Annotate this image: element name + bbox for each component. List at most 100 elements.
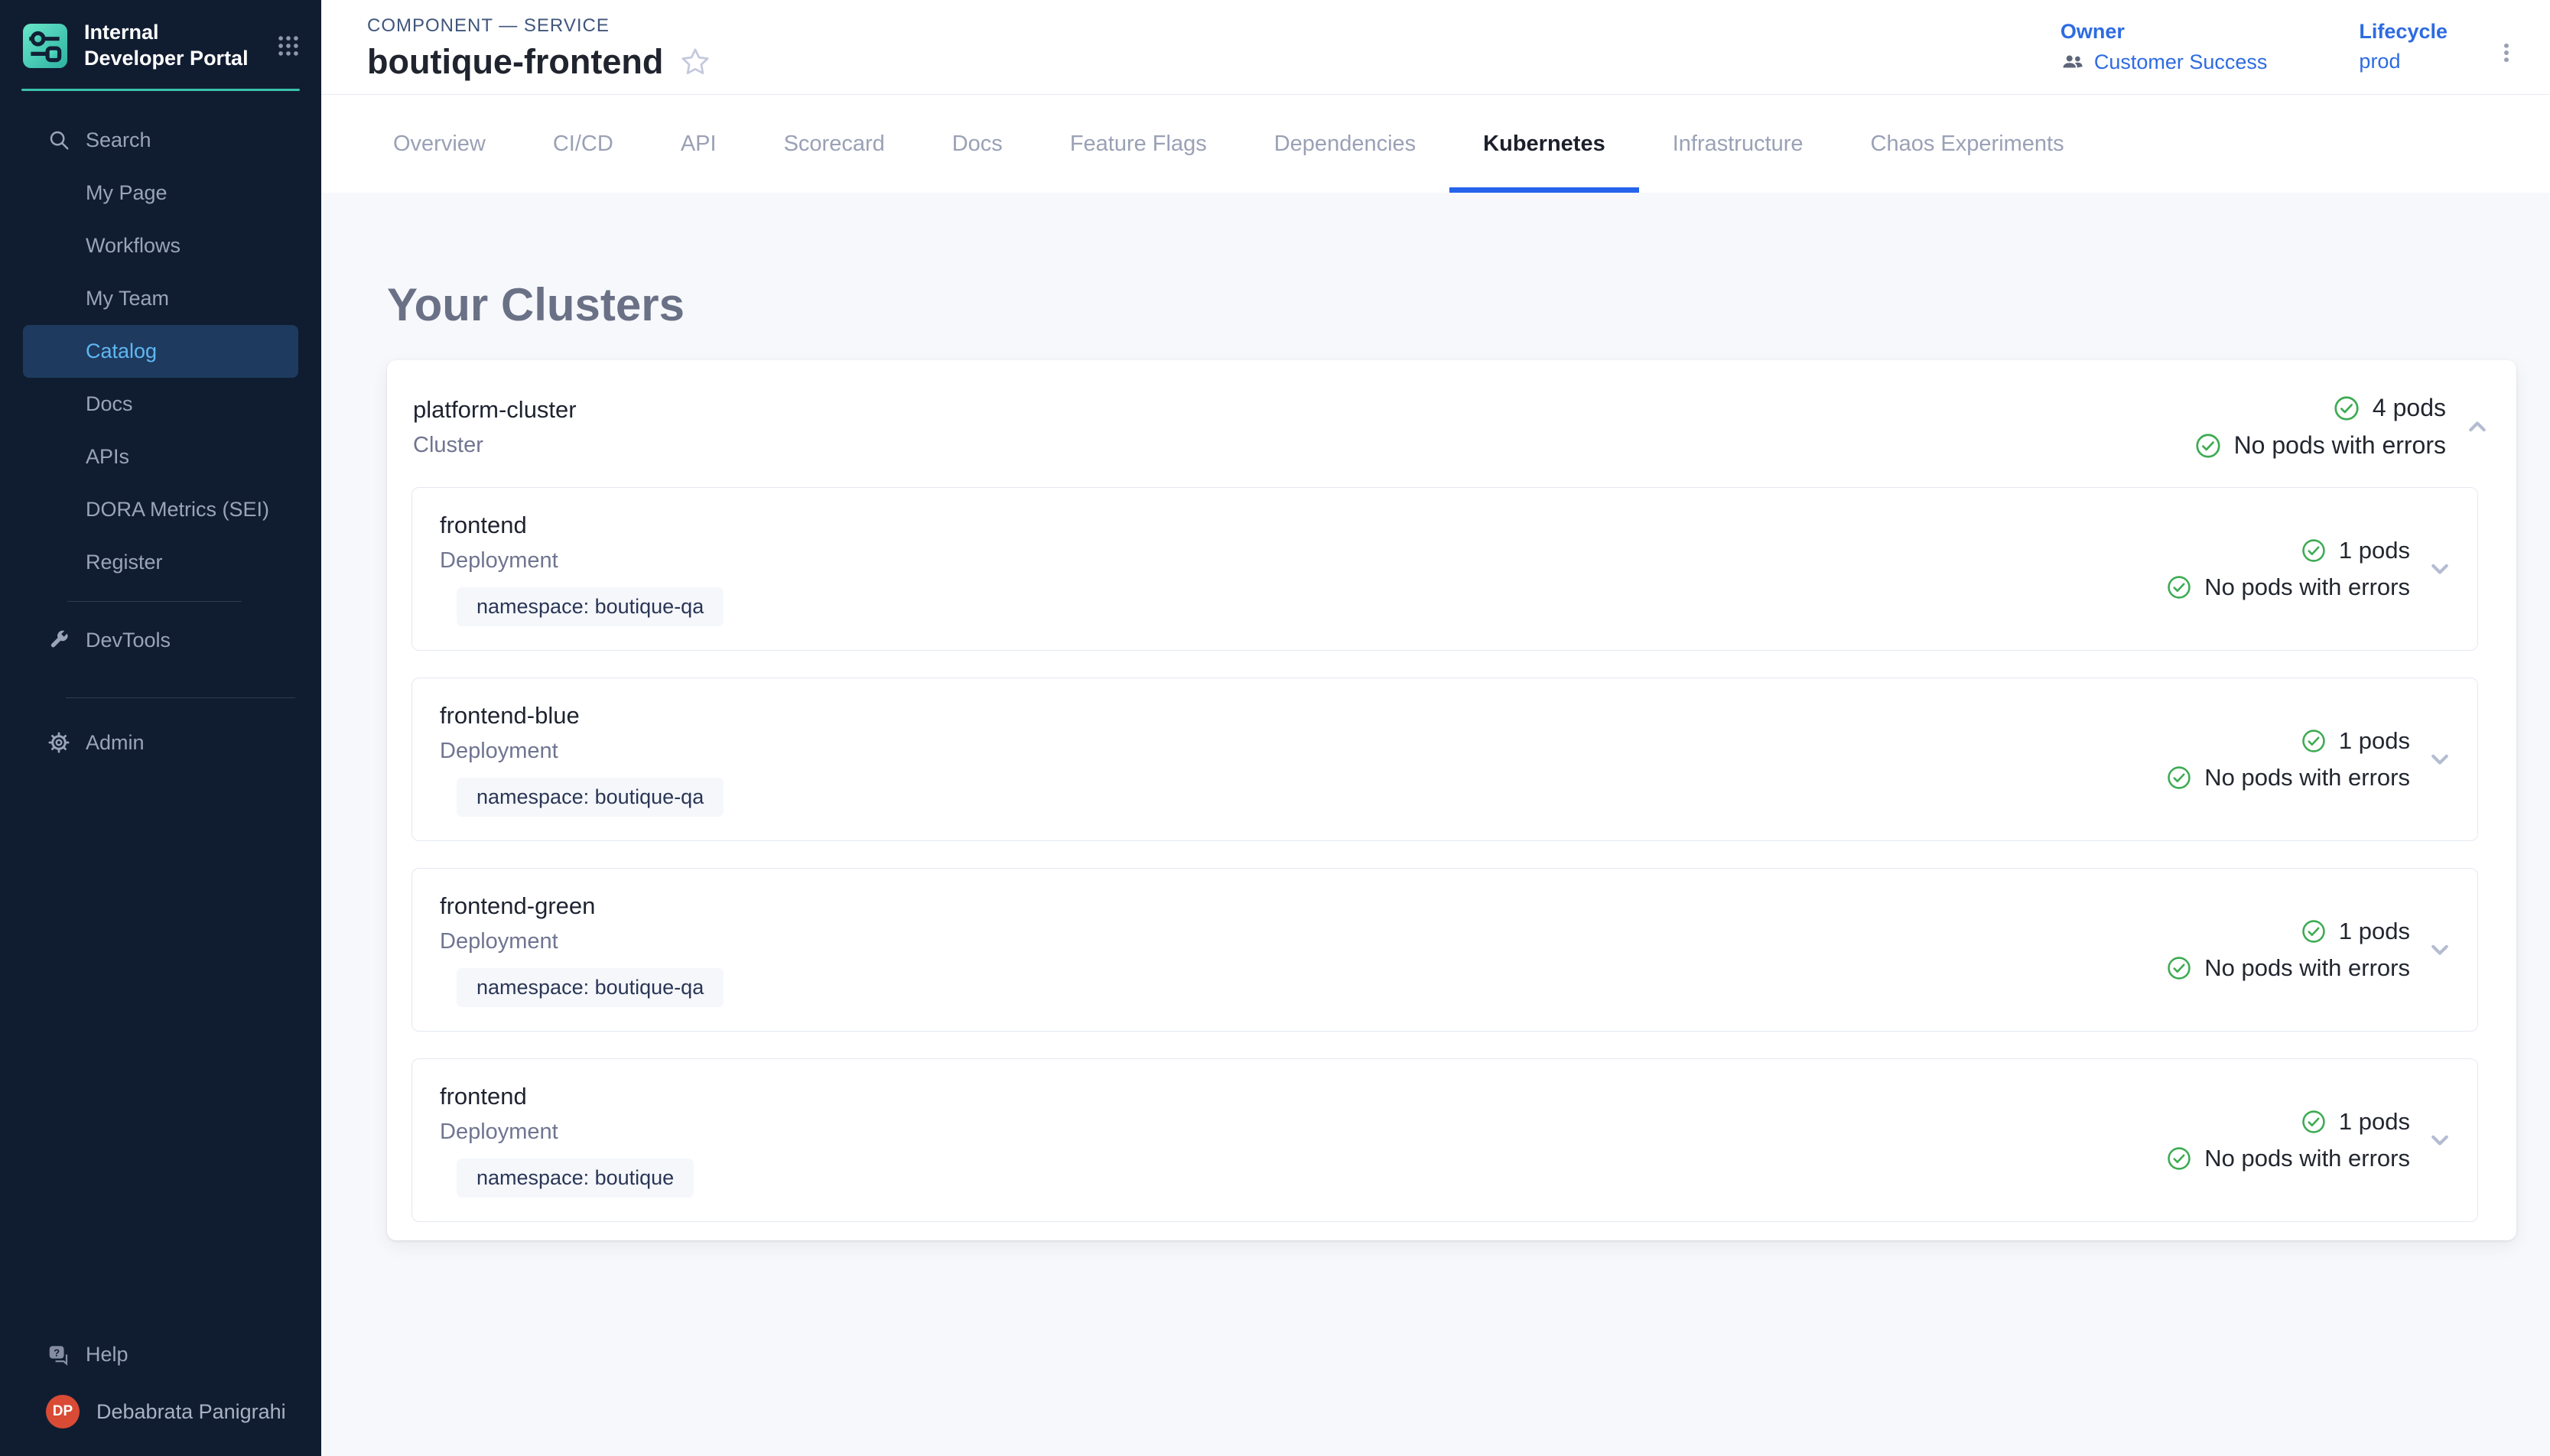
tab-overview[interactable]: Overview — [359, 95, 519, 193]
entity-header-left: COMPONENT — SERVICE boutique-frontend — [367, 15, 712, 79]
sidebar-item-label: Docs — [86, 392, 133, 416]
sidebar-item-catalog[interactable]: Catalog — [23, 325, 298, 378]
workload-row[interactable]: frontend-green Deployment namespace: bou… — [411, 868, 2478, 1032]
section-heading: Your Clusters — [387, 278, 2550, 331]
check-circle-icon — [2301, 1109, 2327, 1135]
owner-value[interactable]: Customer Success — [2060, 50, 2268, 74]
sidebar-item-help[interactable]: ? Help — [23, 1328, 298, 1381]
tab-scorecard[interactable]: Scorecard — [750, 95, 919, 193]
tab-feature-flags[interactable]: Feature Flags — [1036, 95, 1241, 193]
workload-name: frontend-blue — [440, 702, 580, 730]
sidebar-item-label: Register — [86, 551, 163, 574]
sidebar-item-my-page[interactable]: My Page — [23, 167, 298, 219]
namespace-badge: namespace: boutique-qa — [457, 968, 724, 1007]
lifecycle-label: Lifecycle — [2359, 20, 2448, 44]
owner-block: Owner Customer Success — [2060, 20, 2268, 74]
sidebar-item-label: Admin — [86, 731, 145, 755]
apps-grid-icon[interactable] — [275, 33, 301, 59]
page-title: boutique-frontend — [367, 44, 663, 79]
sidebar-item-label: Workflows — [86, 234, 181, 258]
tab-api[interactable]: API — [647, 95, 750, 193]
sidebar-item-register[interactable]: Register — [23, 536, 298, 589]
cluster-identity: platform-cluster Cluster — [413, 396, 577, 458]
sidebar-item-dora-metrics[interactable]: DORA Metrics (SEI) — [23, 483, 298, 536]
workload-kind: Deployment — [440, 1120, 558, 1145]
entity-tabs: Overview CI/CD API Scorecard Docs Featur… — [321, 95, 2550, 193]
sidebar-item-label: APIs — [86, 445, 129, 469]
collapse-chevron-up-icon[interactable] — [2461, 411, 2493, 443]
check-circle-icon — [2333, 395, 2360, 422]
sidebar-item-label: My Page — [86, 181, 168, 205]
sidebar-item-apis[interactable]: APIs — [23, 431, 298, 483]
tab-docs[interactable]: Docs — [919, 95, 1036, 193]
tab-kubernetes[interactable]: Kubernetes — [1449, 95, 1639, 193]
workload-name: frontend — [440, 1083, 527, 1110]
more-options-kebab-icon[interactable] — [2493, 20, 2519, 66]
workload-identity: frontend-blue Deployment namespace: bout… — [440, 702, 724, 817]
sidebar-item-search[interactable]: Search — [23, 114, 298, 167]
sidebar: Internal Developer Portal Search My Page — [0, 0, 321, 1456]
check-circle-icon — [2166, 574, 2192, 600]
avatar: DP — [46, 1395, 80, 1428]
sidebar-item-admin[interactable]: Admin — [23, 717, 298, 769]
cluster-header-row[interactable]: platform-cluster Cluster 4 pods No pods … — [387, 360, 2516, 487]
workload-pod-status: 1 pods No pods with errors — [2166, 537, 2410, 601]
people-icon — [2060, 50, 2085, 74]
gear-icon — [47, 731, 70, 754]
owner-label: Owner — [2060, 20, 2268, 44]
cluster-pod-status: 4 pods No pods with errors — [2194, 394, 2446, 460]
tab-dependencies[interactable]: Dependencies — [1241, 95, 1449, 193]
cluster-kind: Cluster — [413, 433, 577, 458]
expand-chevron-down-icon[interactable] — [2424, 743, 2456, 775]
sidebar-item-devtools[interactable]: DevTools — [23, 614, 298, 667]
sidebar-item-label: Help — [86, 1343, 128, 1367]
lifecycle-value: prod — [2359, 50, 2448, 73]
namespace-badge: namespace: boutique — [457, 1159, 694, 1198]
entity-header: COMPONENT — SERVICE boutique-frontend Ow… — [321, 0, 2550, 95]
tab-chaos-experiments[interactable]: Chaos Experiments — [1837, 95, 2098, 193]
main-area: COMPONENT — SERVICE boutique-frontend Ow… — [321, 0, 2550, 1456]
pods-count: 1 pods — [2301, 918, 2410, 945]
expand-chevron-down-icon[interactable] — [2424, 934, 2456, 966]
tab-cicd[interactable]: CI/CD — [519, 95, 647, 193]
pods-count: 1 pods — [2301, 537, 2410, 564]
workload-row[interactable]: frontend Deployment namespace: boutique … — [411, 1058, 2478, 1222]
workload-row[interactable]: frontend-blue Deployment namespace: bout… — [411, 678, 2478, 841]
pods-count: 1 pods — [2301, 1108, 2410, 1136]
workload-row[interactable]: frontend Deployment namespace: boutique-… — [411, 487, 2478, 651]
favorite-star-icon[interactable] — [678, 45, 712, 79]
expand-chevron-down-icon[interactable] — [2424, 553, 2456, 585]
check-circle-icon — [2166, 1146, 2192, 1172]
check-circle-icon — [2166, 765, 2192, 791]
check-circle-icon — [2301, 538, 2327, 564]
expand-chevron-down-icon[interactable] — [2424, 1124, 2456, 1156]
cluster-card: platform-cluster Cluster 4 pods No pods … — [387, 360, 2516, 1240]
breadcrumb: COMPONENT — SERVICE — [367, 15, 712, 37]
workload-identity: frontend-green Deployment namespace: bou… — [440, 892, 724, 1007]
pods-count: 1 pods — [2301, 727, 2410, 755]
user-menu[interactable]: DP Debabrata Panigrahi — [23, 1381, 298, 1442]
wrench-icon — [47, 629, 70, 652]
tab-infrastructure[interactable]: Infrastructure — [1639, 95, 1837, 193]
user-name: Debabrata Panigrahi — [96, 1400, 286, 1424]
brand-accent-divider — [21, 89, 300, 91]
workload-pod-status: 1 pods No pods with errors — [2166, 727, 2410, 791]
entity-header-right: Owner Customer Success Lifecycle — [2060, 20, 2519, 74]
check-circle-icon — [2166, 955, 2192, 981]
check-circle-icon — [2301, 918, 2327, 944]
sidebar-item-workflows[interactable]: Workflows — [23, 219, 298, 272]
pods-errors: No pods with errors — [2166, 1145, 2410, 1172]
pods-errors: No pods with errors — [2166, 574, 2410, 601]
workload-name: frontend-green — [440, 892, 595, 920]
workload-identity: frontend Deployment namespace: boutique — [440, 1083, 694, 1198]
sidebar-item-docs[interactable]: Docs — [23, 378, 298, 431]
workload-kind: Deployment — [440, 929, 558, 954]
app-root: Internal Developer Portal Search My Page — [0, 0, 2550, 1456]
sidebar-nav: Search My Page Workflows My Team Catalog… — [0, 114, 321, 1456]
nav-divider — [67, 601, 242, 602]
sidebar-item-label: Catalog — [86, 340, 157, 363]
workload-list: frontend Deployment namespace: boutique-… — [387, 487, 2516, 1222]
workload-identity: frontend Deployment namespace: boutique-… — [440, 512, 724, 626]
nav-spacer — [0, 769, 321, 1329]
sidebar-item-my-team[interactable]: My Team — [23, 272, 298, 325]
